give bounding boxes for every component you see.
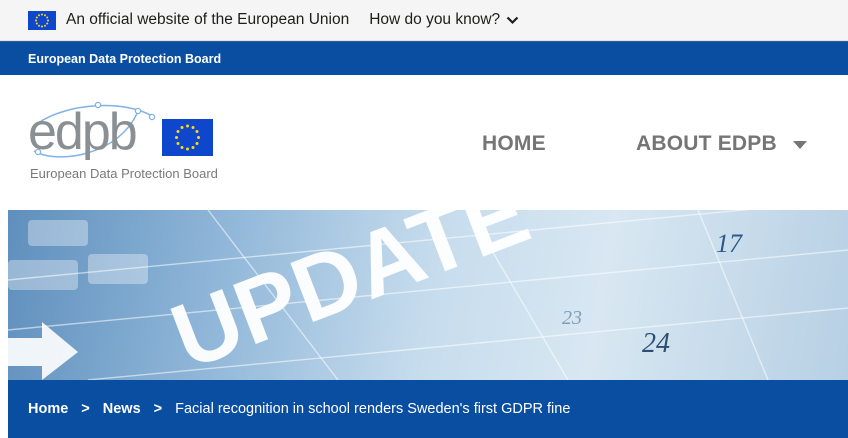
- site-header: edpb European Data Protection Board HOME…: [0, 75, 848, 210]
- breadcrumb-news[interactable]: News: [103, 401, 141, 417]
- eu-flag-icon: [28, 10, 56, 30]
- chevron-right-icon: >: [81, 401, 90, 417]
- hero-number-24: 24: [642, 328, 670, 359]
- breadcrumb-current-page: Facial recognition in school renders Swe…: [175, 401, 571, 417]
- hero-number-23: 23: [562, 307, 582, 329]
- nav-home[interactable]: HOME: [482, 132, 546, 156]
- breadcrumb: Home > News > Facial recognition in scho…: [8, 380, 848, 438]
- eu-official-banner: An official website of the European Unio…: [0, 0, 848, 41]
- eu-flag-icon: [162, 119, 213, 156]
- hero-image: UPDATE 17 23 24: [8, 210, 848, 380]
- breadcrumb-home[interactable]: Home: [28, 401, 68, 417]
- caret-down-icon: [792, 141, 807, 149]
- how-do-you-know-toggle[interactable]: How do you know?: [369, 11, 519, 29]
- eu-banner-text: An official website of the European Unio…: [66, 11, 350, 28]
- chevron-down-icon: [506, 16, 519, 24]
- nav-about-edpb[interactable]: ABOUT EDPB: [636, 132, 807, 156]
- chevron-right-icon: >: [153, 401, 163, 417]
- logo-wordmark: edpb: [28, 103, 136, 161]
- hero-number-17: 17: [716, 229, 743, 258]
- top-strip: European Data Protection Board: [0, 41, 848, 75]
- how-do-you-know-label: How do you know?: [369, 11, 501, 28]
- edpb-logo-mark: edpb: [28, 101, 156, 161]
- nav-about-label: ABOUT EDPB: [636, 132, 777, 155]
- logo-subtitle: European Data Protection Board: [30, 166, 218, 181]
- edpb-logo[interactable]: edpb European Data Protection Board: [28, 99, 228, 189]
- hero-illustration: UPDATE 17 23 24: [8, 210, 848, 380]
- top-strip-label: European Data Protection Board: [28, 51, 222, 66]
